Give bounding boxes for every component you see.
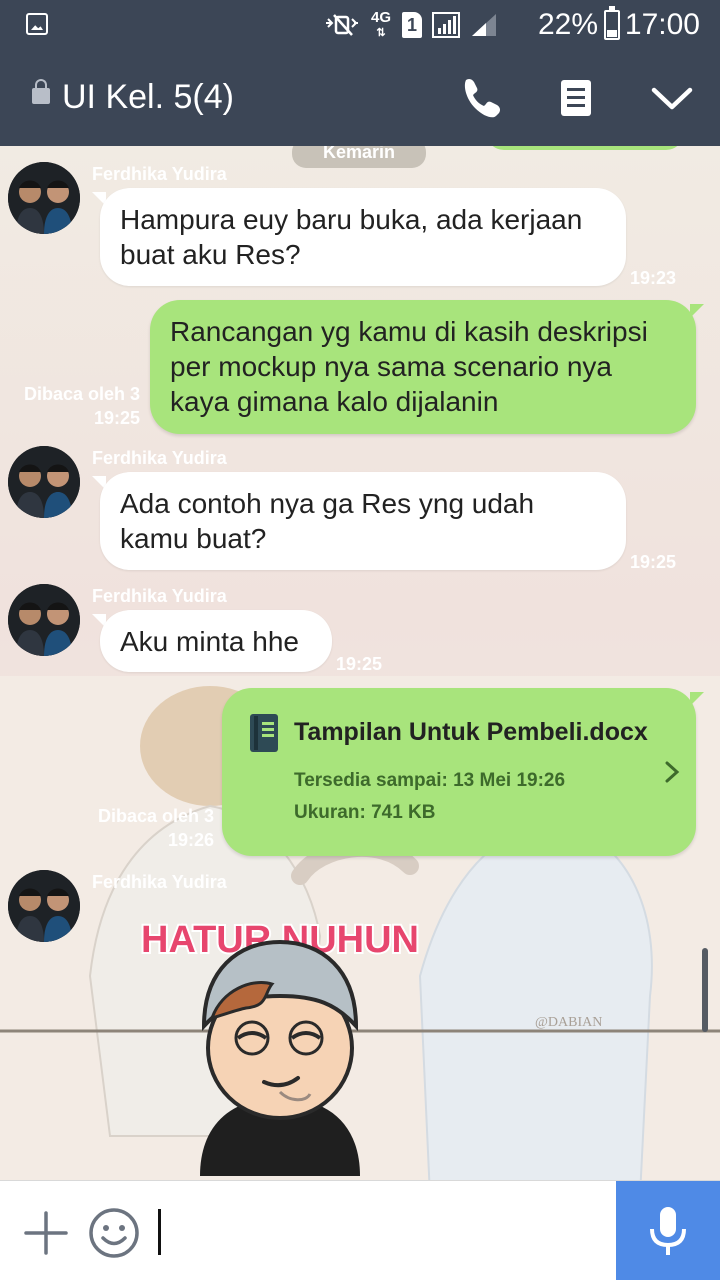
message-bubble-outgoing[interactable]: Rancangan yg kamu di kasih deskripsi per… — [150, 300, 696, 434]
message-line: Rancangan yg kamu di kasih deskripsi — [170, 316, 648, 347]
sticker[interactable]: HATUR NUHUN — [130, 906, 430, 1176]
mute-icon — [326, 14, 358, 36]
message-input[interactable] — [156, 1199, 606, 1263]
sender-name: Ferdhika Yudira — [92, 164, 227, 184]
date-separator: Kemarin — [292, 146, 426, 168]
image-icon — [26, 13, 48, 35]
emoji-icon[interactable] — [88, 1207, 140, 1259]
chevron-down-icon[interactable] — [644, 70, 700, 126]
message-line: kaya gimana kalo dijalanin — [170, 386, 499, 417]
avatar-photo — [8, 870, 80, 942]
notes-icon[interactable] — [548, 70, 604, 126]
sender-name: Ferdhika Yudira — [92, 586, 227, 606]
message-time: 19:25 — [336, 654, 383, 674]
file-availability: Tersedia sampai: 13 Mei 19:26 — [294, 770, 566, 791]
file-name: Tampilan Untuk Pembeli.docx — [294, 718, 648, 746]
read-receipt: Dibaca oleh 3 19:26 — [90, 804, 214, 852]
network-label: 4G ⇅ — [370, 8, 391, 39]
message-bubble-incoming[interactable]: Hampura euy baru buka, ada kerjaan buat … — [100, 188, 626, 286]
message-bubble-incoming[interactable]: Ada contoh nya ga Res yng udah kamu buat… — [100, 472, 626, 570]
sticker-character: HATUR NUHUN — [139, 917, 421, 1176]
sender-name: Ferdhika Yudira — [92, 872, 227, 892]
message-line: per mockup nya sama scenario nya — [170, 351, 612, 382]
file-size: Ukuran: 741 KB — [294, 802, 436, 823]
message-line: kamu buat? — [120, 523, 267, 554]
message-line: Aku minta hhe — [120, 626, 299, 657]
read-receipt: Dibaca oleh 3 19:25 — [20, 382, 140, 430]
plus-icon[interactable] — [22, 1209, 70, 1257]
message-bubble-incoming[interactable]: Aku minta hhe — [100, 610, 332, 672]
bubble-tail — [690, 304, 704, 318]
chat-header: UI Kel. 5(4) — [0, 50, 720, 146]
chat-title[interactable]: UI Kel. 5(4) — [62, 78, 234, 117]
message-time: 19:26 — [167, 830, 214, 850]
lock-icon — [32, 79, 50, 104]
avatar[interactable] — [8, 584, 80, 656]
message-time: 19:23 — [630, 268, 677, 288]
avatar[interactable] — [8, 446, 80, 518]
chat-area[interactable]: @DABIAN Kemarin Ferdhika Yudira Hampura … — [0, 146, 720, 1180]
avatar[interactable] — [8, 870, 80, 942]
input-bar — [0, 1180, 720, 1280]
mic-icon — [650, 1207, 686, 1255]
phone-icon[interactable] — [452, 70, 508, 126]
battery-icon — [604, 6, 620, 40]
read-label: Dibaca oleh 3 — [97, 806, 214, 826]
chevron-right-icon[interactable] — [662, 760, 682, 784]
avatar-photo — [8, 162, 80, 234]
file-message[interactable]: Tampilan Untuk Pembeli.docx Tersedia sam… — [222, 688, 696, 856]
read-label: Dibaca oleh 3 — [23, 384, 140, 404]
status-bar: 4G ⇅ 1 22% 17:00 — [0, 0, 720, 50]
mic-button[interactable] — [616, 1181, 720, 1280]
battery-percent: 22% — [537, 8, 598, 41]
message-time: 19:25 — [630, 552, 677, 572]
sim-badge: 1 — [402, 12, 422, 38]
signal-icon — [432, 12, 460, 38]
text-caret — [158, 1209, 161, 1255]
avatar[interactable] — [8, 162, 80, 234]
previous-message-edge — [486, 146, 684, 150]
avatar-photo — [8, 446, 80, 518]
watermark-text: @DABIAN — [535, 1015, 602, 1030]
message-line: Hampura euy baru buka, ada kerjaan — [120, 204, 583, 235]
sender-name: Ferdhika Yudira — [92, 448, 227, 468]
message-time: 19:25 — [93, 408, 140, 428]
document-icon — [250, 714, 278, 752]
clock: 17:00 — [624, 8, 700, 41]
signal-strength-icon — [472, 14, 496, 36]
message-line: buat aku Res? — [120, 239, 301, 270]
avatar-photo — [8, 584, 80, 656]
scrollbar[interactable] — [702, 948, 708, 1032]
message-line: Ada contoh nya ga Res yng udah — [120, 488, 535, 519]
